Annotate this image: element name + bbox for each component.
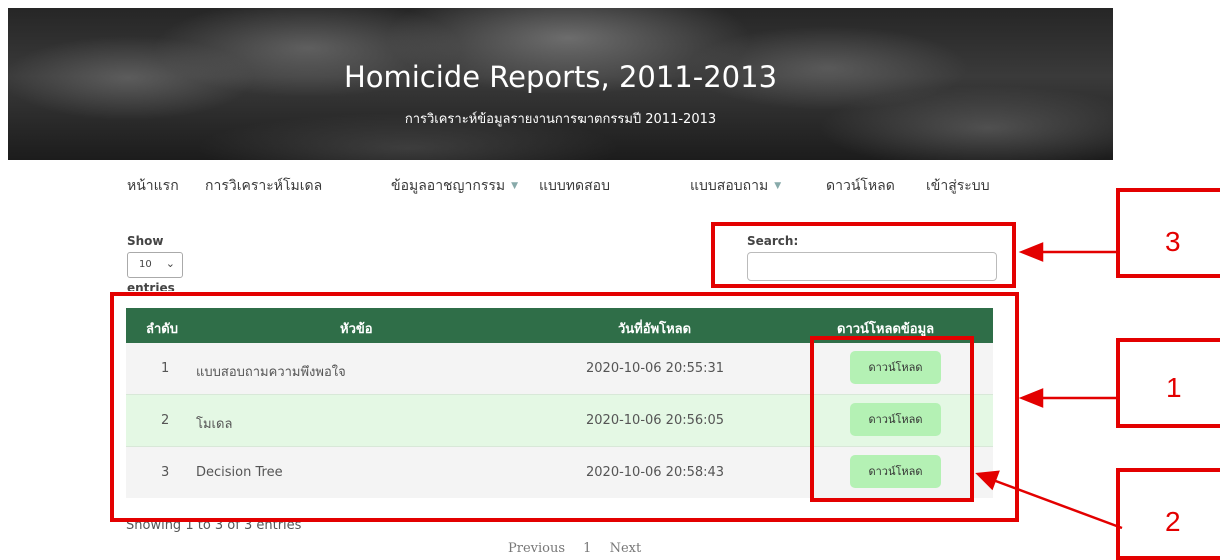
arrow-head-1 xyxy=(1018,388,1044,408)
arrow-head-2 xyxy=(975,470,1000,491)
arrow-head-3 xyxy=(1018,242,1044,262)
annotation-arrows xyxy=(975,242,1123,530)
arrow-line-2 xyxy=(992,478,1123,530)
